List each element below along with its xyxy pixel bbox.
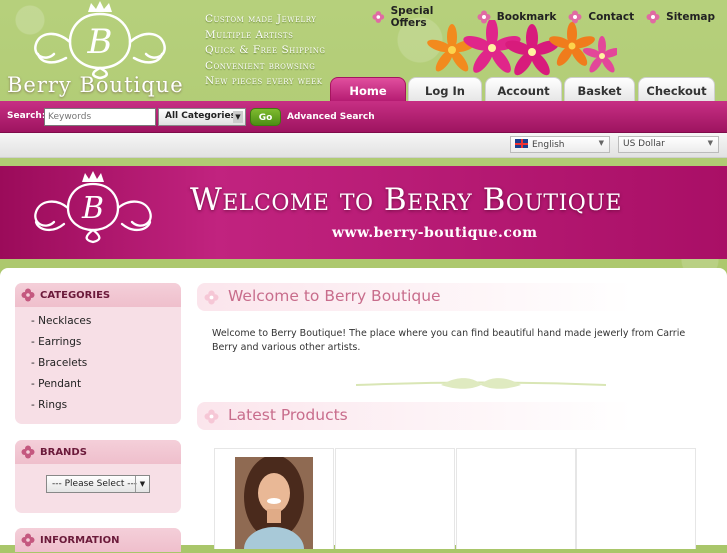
tagline-item: Quick & Free Shipping	[205, 44, 326, 56]
advanced-search-link[interactable]: Advanced Search	[287, 112, 375, 122]
locale-bar: English ▼ US Dollar ▼	[0, 133, 727, 158]
svg-text:B: B	[87, 22, 113, 62]
category-select[interactable]: All Categories ▼	[158, 108, 246, 126]
uk-flag-icon	[515, 139, 528, 148]
brands-heading: BRANDS	[15, 440, 181, 464]
tab-home[interactable]: Home	[330, 77, 406, 101]
latest-products-heading-bar: Latest Products	[197, 402, 710, 430]
language-select[interactable]: English ▼	[510, 136, 610, 153]
flower-icon	[204, 409, 219, 424]
tab-account[interactable]: Account	[485, 77, 562, 101]
search-go-button[interactable]: Go	[250, 108, 281, 126]
search-label: Search:	[7, 111, 46, 121]
brand-name: Berry Boutique	[7, 73, 184, 97]
information-box: INFORMATION	[15, 528, 181, 552]
category-item-necklaces[interactable]: - Necklaces	[15, 311, 181, 332]
tab-basket[interactable]: Basket	[564, 77, 635, 101]
sitemap-label: Sitemap	[666, 11, 715, 23]
category-item-bracelets[interactable]: - Bracelets	[15, 353, 181, 374]
brands-select-value: --- Please Select ---	[52, 479, 138, 489]
welcome-text: Welcome to Berry Boutique! The place whe…	[212, 328, 686, 353]
tab-log-in[interactable]: Log In	[408, 77, 482, 101]
categories-box: CATEGORIES - Necklaces - Earrings - Brac…	[15, 283, 181, 424]
tagline-item: Multiple Artists	[205, 28, 294, 41]
svg-text:B: B	[81, 191, 104, 226]
language-value: English	[532, 140, 565, 150]
information-heading: INFORMATION	[15, 528, 181, 552]
tagline-item: New pieces every week	[205, 75, 323, 87]
banner-url: www.berry-boutique.com	[332, 225, 538, 241]
search-bar: Search: All Categories ▼ Go Advanced Sea…	[0, 101, 727, 133]
product-image[interactable]	[235, 457, 313, 549]
category-item-pendant[interactable]: - Pendant	[15, 374, 181, 395]
flower-icon	[204, 290, 219, 305]
category-item-earrings[interactable]: - Earrings	[15, 332, 181, 353]
ornament-divider	[356, 378, 606, 389]
chevron-down-icon: ▼	[598, 139, 604, 147]
tagline-list: Custom made Jewelry Multiple Artists Qui…	[205, 12, 325, 90]
latest-products-heading: Latest Products	[228, 406, 348, 424]
product-card[interactable]	[214, 448, 334, 549]
product-card[interactable]	[576, 448, 696, 549]
tab-checkout[interactable]: Checkout	[638, 77, 715, 101]
product-card[interactable]	[335, 448, 455, 549]
welcome-heading-bar: Welcome to Berry Boutique	[197, 283, 710, 311]
portrait-image	[235, 457, 313, 549]
category-list: - Necklaces - Earrings - Bracelets - Pen…	[15, 307, 181, 420]
chevron-down-icon: ▼	[233, 111, 243, 123]
flowers-decoration	[427, 20, 617, 76]
currency-select[interactable]: US Dollar ▼	[618, 136, 719, 153]
category-select-value: All Categories	[165, 111, 236, 121]
category-item-rings[interactable]: - Rings	[15, 395, 181, 416]
currency-value: US Dollar	[623, 139, 665, 149]
flower-icon	[372, 11, 385, 23]
categories-title: CATEGORIES	[40, 290, 111, 301]
chevron-down-icon: ▼	[707, 139, 713, 147]
sitemap-link[interactable]: Sitemap	[646, 5, 715, 29]
welcome-heading: Welcome to Berry Boutique	[228, 287, 441, 305]
tagline-item: Custom made Jewelry	[205, 13, 317, 25]
banner-title: Welcome to Berry Boutique	[190, 182, 622, 218]
flower-icon	[21, 445, 35, 459]
information-title: INFORMATION	[40, 535, 120, 546]
flower-icon	[21, 288, 35, 302]
brands-box: BRANDS --- Please Select --- ▼	[15, 440, 181, 513]
categories-heading: CATEGORIES	[15, 283, 181, 307]
banner-logo-icon: B	[34, 171, 152, 244]
product-card[interactable]	[456, 448, 576, 549]
flower-icon	[646, 10, 660, 24]
search-input[interactable]	[44, 108, 156, 126]
brands-select[interactable]: --- Please Select --- ▼	[46, 475, 150, 493]
tagline-item: Convenient browsing	[205, 59, 316, 72]
chevron-down-icon: ▼	[135, 476, 149, 492]
brands-title: BRANDS	[40, 447, 87, 458]
